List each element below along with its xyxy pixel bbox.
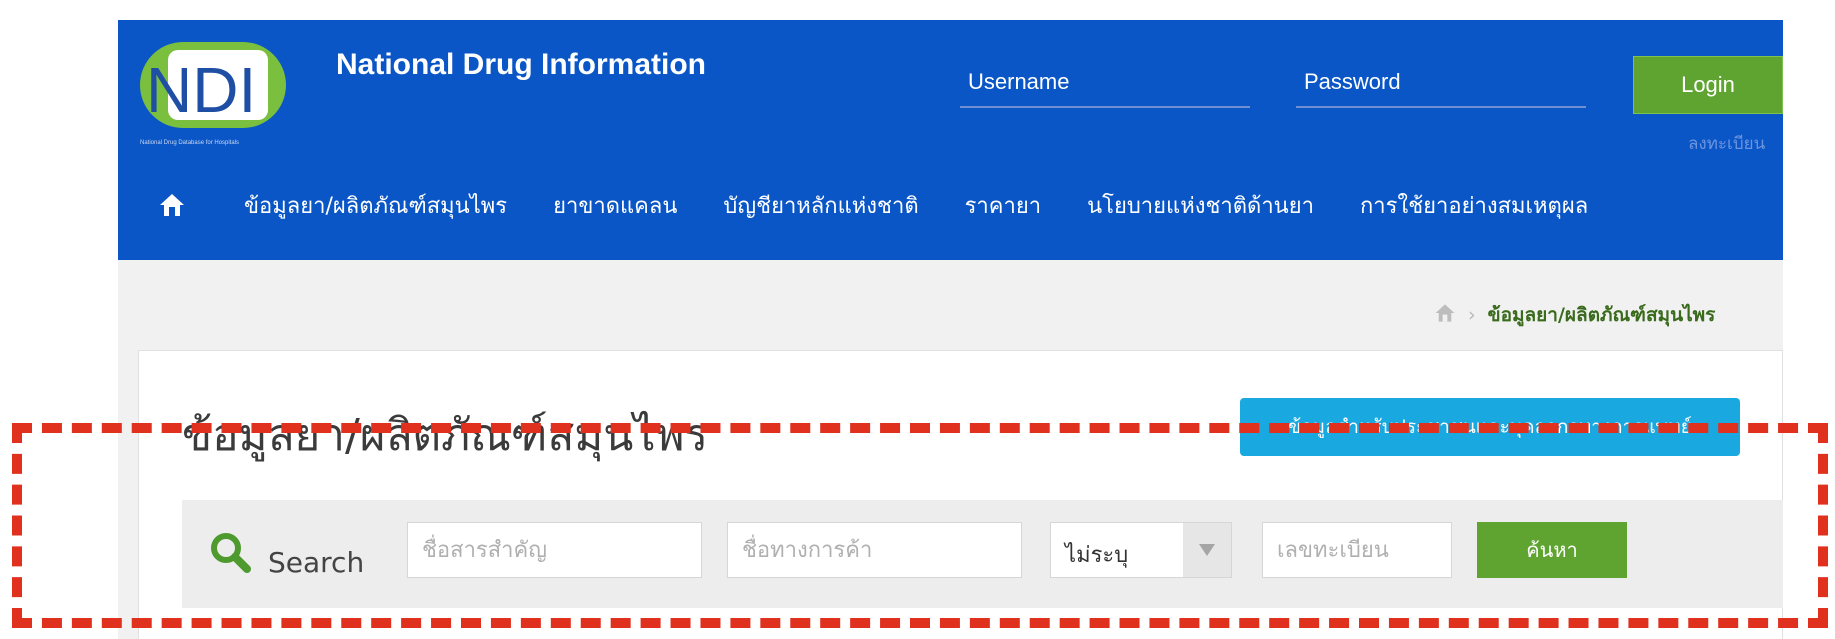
login-button[interactable]: Login [1633, 56, 1783, 114]
username-field[interactable] [960, 62, 1250, 108]
registration-number-input[interactable] [1262, 522, 1452, 578]
nav-item-shortage[interactable]: ยาขาดแคลน [553, 188, 677, 223]
nav-item-essential-list[interactable]: บัญชียาหลักแห่งชาติ [723, 188, 918, 223]
register-link[interactable]: ลงทะเบียน [1688, 130, 1765, 157]
search-icon [211, 533, 251, 573]
active-ingredient-input[interactable] [407, 522, 702, 578]
password-input[interactable] [1296, 62, 1586, 102]
logo-text: NDI [146, 54, 256, 126]
chevron-down-icon[interactable] [1183, 523, 1231, 577]
nav-item-drug-price[interactable]: ราคายา [965, 188, 1041, 223]
type-select[interactable]: ไม่ระบุ [1050, 522, 1232, 578]
search-bar: Search ไม่ระบุ ค้นหา [182, 500, 1783, 608]
public-info-button[interactable]: ข้อมูลสำหรับประชาชนและบุคลากรทางการแพทย์ [1240, 398, 1740, 456]
page-title: ข้อมูลยา/ผลิตภัณฑ์สมุนไพร [182, 410, 709, 461]
main-navbar: ข้อมูลยา/ผลิตภัณฑ์สมุนไพร ยาขาดแคลน บัญช… [118, 170, 1783, 240]
nav-item-drug-info[interactable]: ข้อมูลยา/ผลิตภัณฑ์สมุนไพร [244, 188, 507, 223]
app-root: NDI National Drug Database for Hospitals… [0, 0, 1835, 639]
password-field[interactable] [1296, 62, 1586, 108]
type-select-value: ไม่ระบุ [1065, 543, 1129, 568]
username-input[interactable] [960, 62, 1250, 102]
breadcrumb: › ข้อมูลยา/ผลิตภัณฑ์สมุนไพร [1434, 300, 1715, 330]
brand-title: National Drug Information [336, 48, 706, 81]
breadcrumb-home-icon[interactable] [1434, 302, 1456, 329]
site-header: NDI National Drug Database for Hospitals… [118, 20, 1783, 260]
search-label: Search [268, 546, 365, 579]
nav-item-national-policy[interactable]: นโยบายแห่งชาติด้านยา [1087, 188, 1314, 223]
breadcrumb-current[interactable]: ข้อมูลยา/ผลิตภัณฑ์สมุนไพร [1488, 300, 1716, 330]
ndi-logo: NDI National Drug Database for Hospitals [140, 42, 286, 146]
logo-subtext: National Drug Database for Hospitals [140, 140, 239, 146]
trade-name-input[interactable] [727, 522, 1022, 578]
home-icon[interactable] [158, 191, 186, 219]
nav-item-rational-use[interactable]: การใช้ยาอย่างสมเหตุผล [1360, 188, 1588, 223]
breadcrumb-separator: › [1468, 304, 1476, 326]
search-button[interactable]: ค้นหา [1477, 522, 1627, 578]
